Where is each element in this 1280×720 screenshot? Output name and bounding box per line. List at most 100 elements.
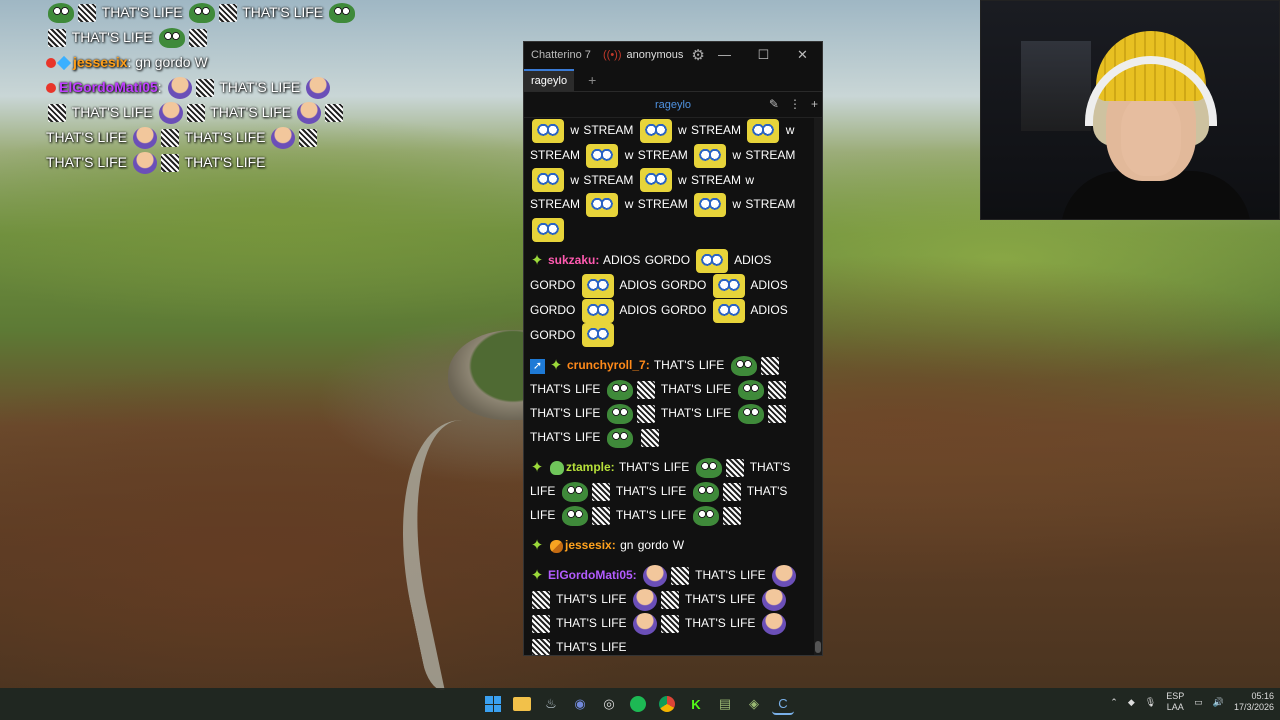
overlay-text: THAT'S LIFE (184, 154, 266, 170)
spotify-icon[interactable] (627, 693, 649, 715)
split-header: rageylo ✎ ⋮ + (524, 92, 822, 118)
clap-emote (78, 4, 96, 23)
scrollbar-thumb[interactable] (815, 641, 821, 653)
overlay-line: THAT'S LIFE THAT'S LIFE (46, 0, 386, 25)
face-emote (632, 589, 657, 612)
chat-username[interactable]: ElGordoMati05: (548, 568, 637, 582)
more-menu-icon[interactable]: ⋮ (789, 97, 801, 111)
pepe-emote (737, 380, 764, 401)
message-text: THAT'S LIFE (530, 430, 601, 445)
maximize-button[interactable]: ☐ (744, 47, 783, 63)
chat-message: w STREAM w STREAM w STREAM w STREAM w ST… (530, 118, 808, 243)
clap-emote (188, 29, 207, 48)
game-icon[interactable]: ◈ (743, 693, 765, 715)
clap-emote (725, 459, 744, 478)
spongebob-emote (639, 168, 672, 193)
add-tab-plus-icon[interactable]: + (588, 72, 596, 88)
tab-bar: rageylo + (524, 68, 822, 92)
pepe-emote (158, 28, 185, 49)
chevron-up-icon[interactable]: ⌃ (1110, 697, 1118, 708)
message-text: w STREAM (678, 172, 742, 187)
clap-emote (325, 104, 344, 123)
overlay-username: jessesix (73, 54, 128, 70)
app-icon[interactable]: ▤ (714, 693, 736, 715)
chat-scrollbar[interactable] (814, 118, 822, 655)
minimize-button[interactable]: — (705, 47, 744, 63)
face-emote (771, 565, 796, 588)
steam-icon[interactable]: ♨ (540, 693, 562, 715)
pepe-emote (329, 3, 356, 24)
clap-emote (641, 429, 660, 448)
message-text: ADIOS GORDO (603, 253, 691, 268)
language-indicator[interactable]: ESP LAA (1166, 691, 1184, 713)
message-text: w STREAM (570, 123, 634, 137)
kick-icon[interactable]: K (685, 693, 707, 715)
clap-emote (532, 615, 550, 634)
overlay-text: THAT'S LIFE (219, 79, 301, 95)
spongebob-emote (639, 118, 672, 143)
add-split-plus-icon[interactable]: + (811, 97, 818, 111)
clap-emote (767, 405, 786, 424)
discord-icon[interactable]: ◉ (569, 693, 591, 715)
channel-name[interactable]: rageylo (655, 99, 691, 111)
title-bar[interactable]: Chatterino 7... ((•)) anonymous ⚙ — ☐ ✕ (524, 42, 822, 68)
spongebob-emote (712, 298, 745, 323)
tab-rageylo[interactable]: rageylo (524, 68, 575, 91)
volume-icon[interactable]: 🔊 (1213, 697, 1224, 708)
clap-emote (591, 507, 610, 526)
face-emote (632, 613, 657, 636)
moderation-pencil-icon[interactable]: ✎ (769, 97, 779, 111)
microphone-icon[interactable]: 🎙 (1145, 697, 1156, 708)
chat-username[interactable]: jessesix: (565, 538, 616, 552)
overlay-line: ElGordoMati05: THAT'S LIFE (46, 75, 386, 100)
chat-message: ✦ sukzaku: ADIOS GORDO ADIOS GORDO ADIOS … (530, 248, 808, 348)
chat-username[interactable]: sukzaku: (548, 253, 599, 267)
message-text: w STREAM (678, 123, 742, 137)
face-emote (761, 613, 786, 636)
clap-emote (218, 4, 237, 23)
chat-message-list[interactable]: w STREAM w STREAM w STREAM w STREAM w ST… (524, 118, 814, 655)
keyboard-layout: LAA (1166, 702, 1184, 712)
close-button[interactable]: ✕ (783, 47, 822, 63)
chatterino-taskbar-icon[interactable]: C (772, 693, 794, 715)
message-text: THAT'S LIFE (556, 616, 627, 631)
message-text: THAT'S LIFE (685, 616, 756, 631)
chatterino-window[interactable]: Chatterino 7... ((•)) anonymous ⚙ — ☐ ✕ … (523, 41, 823, 656)
message-text: w STREAM (624, 147, 688, 162)
face-emote (132, 127, 157, 150)
message-text: w STREAM (732, 197, 796, 212)
face-emote (761, 589, 786, 612)
clap-emote (299, 129, 318, 148)
pepe-emote (606, 404, 633, 425)
overlay-line: THAT'S LIFE THAT'S LIFE (46, 150, 386, 175)
chat-username[interactable]: crunchyroll_7: (567, 358, 650, 372)
chrome-icon[interactable] (656, 693, 678, 715)
message-text: THAT'S LIFE (695, 568, 766, 583)
windows-start-icon[interactable] (482, 693, 504, 715)
face-emote (297, 102, 322, 125)
message-text: ADIOS GORDO (619, 277, 707, 292)
message-text: THAT'S LIFE (615, 484, 687, 499)
message-text: GORDO (530, 302, 576, 317)
account-switcher[interactable]: anonymous (627, 49, 684, 61)
spongebob-emote (694, 193, 727, 218)
overlay-line: jessesix: gn gordo W (46, 50, 386, 75)
clap-emote (186, 104, 205, 123)
gear-icon[interactable]: ⚙ (691, 46, 704, 64)
shield-icon[interactable]: ◆ (1128, 697, 1135, 708)
red-dot-badge-icon (46, 83, 56, 94)
message-text: GORDO (530, 277, 576, 292)
overlay-text: THAT'S LIFE (242, 4, 324, 20)
message-text: gn gordo W (620, 538, 685, 553)
chat-username[interactable]: ztample: (566, 460, 615, 474)
message-text: ADIOS (734, 253, 772, 268)
clap-emote (660, 615, 679, 634)
split-header-icons: ✎ ⋮ + (769, 97, 818, 111)
monitor-icon[interactable]: ▭ (1194, 697, 1203, 708)
clock[interactable]: 05:16 17/3/2026 (1234, 691, 1274, 713)
file-explorer-icon[interactable] (511, 693, 533, 715)
spongebob-emote (586, 143, 619, 168)
pepe-emote (737, 404, 764, 425)
chat-message: ➚ ✦ crunchyroll_7: THAT'S LIFE THAT'S LIFE… (530, 353, 808, 449)
obs-icon[interactable]: ◎ (598, 693, 620, 715)
